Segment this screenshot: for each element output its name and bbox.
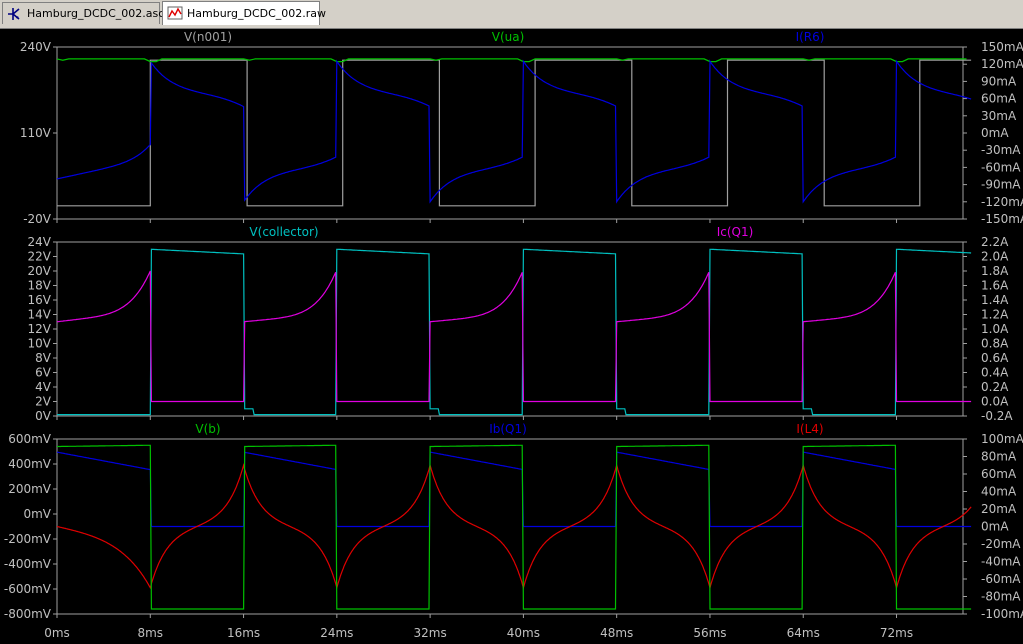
trace-ic-q1: [56, 270, 972, 403]
trace-v-collector: [57, 248, 972, 416]
trace-label: V(ua): [492, 30, 525, 44]
y-tick-label: 600mV: [8, 432, 52, 446]
y2-tick-label: 1.4A: [981, 293, 1009, 307]
tab-bar: Hamburg_DCDC_002.asc Hamburg_DCDC_002.ra…: [0, 0, 1023, 29]
y2-tick-label: 2.2A: [981, 235, 1009, 249]
y2-tick-label: 2.0A: [981, 250, 1009, 264]
y2-tick-label: 0mA: [981, 126, 1009, 140]
pane-frame: [56, 241, 964, 417]
y2-tick-label: -80mA: [981, 590, 1021, 604]
trace-label: V(b): [195, 422, 220, 436]
y2-tick-label: 0.0A: [981, 395, 1009, 409]
y2-tick-label: -120mA: [981, 195, 1023, 209]
x-tick-label: 40ms: [507, 626, 540, 640]
y-tick-label: 0V: [35, 409, 52, 423]
y2-tick-label: 90mA: [981, 74, 1017, 88]
y2-tick-label: 0.2A: [981, 380, 1009, 394]
y2-tick-label: 0.4A: [981, 366, 1009, 380]
y2-tick-label: -100mA: [981, 607, 1023, 621]
y-tick-label: 0mV: [23, 507, 51, 521]
y-tick-label: -600mV: [4, 582, 52, 596]
trace-label: Ic(Q1): [717, 225, 754, 239]
y2-tick-label: 40mA: [981, 485, 1017, 499]
trace-label: V(collector): [249, 225, 318, 239]
x-tick-label: 8ms: [137, 626, 163, 640]
y2-tick-label: 60mA: [981, 92, 1017, 106]
y2-tick-label: 60mA: [981, 467, 1017, 481]
y-tick-label: 10V: [28, 337, 52, 351]
trace-label: I(L4): [796, 422, 823, 436]
y-tick-label: 6V: [35, 366, 52, 380]
waveform-icon: [167, 6, 183, 20]
x-tick-label: 16ms: [227, 626, 260, 640]
y-tick-label: -400mV: [4, 557, 52, 571]
trace-ib-q1: [56, 451, 972, 528]
y-tick-label: 240V: [20, 40, 52, 54]
y2-tick-label: 1.6A: [981, 279, 1009, 293]
y-tick-label: 2V: [35, 395, 52, 409]
y2-tick-label: -20mA: [981, 537, 1021, 551]
x-tick-label: 56ms: [693, 626, 726, 640]
y2-tick-label: 20mA: [981, 502, 1017, 516]
tab-waveform[interactable]: Hamburg_DCDC_002.raw: [162, 1, 326, 25]
y2-tick-label: -90mA: [981, 178, 1021, 192]
y2-tick-label: 100mA: [981, 432, 1023, 446]
trace-label: I(R6): [796, 30, 825, 44]
y2-tick-label: -60mA: [981, 160, 1021, 174]
x-tick-label: 48ms: [600, 626, 633, 640]
y2-tick-label: -60mA: [981, 572, 1021, 586]
y2-tick-label: 150mA: [981, 40, 1023, 54]
y2-tick-label: -0.2A: [981, 409, 1013, 423]
y2-tick-label: 0mA: [981, 520, 1009, 534]
y-tick-label: 24V: [28, 235, 52, 249]
y-tick-label: 4V: [35, 380, 52, 394]
y-tick-label: 16V: [28, 293, 52, 307]
y2-tick-label: 120mA: [981, 57, 1023, 71]
trace-label: Ib(Q1): [489, 422, 527, 436]
y-tick-label: 20V: [28, 264, 52, 278]
trace-i-r6: [56, 59, 972, 204]
tab-schematic[interactable]: Hamburg_DCDC_002.asc: [2, 2, 164, 24]
y2-tick-label: 80mA: [981, 450, 1017, 464]
y-tick-label: 400mV: [8, 457, 52, 471]
waveform-viewer[interactable]: 240V 110V -20V 150mA 120mA 90mA 60mA 30mA 0mA -30…: [0, 29, 1023, 644]
y-tick-label: 12V: [28, 322, 52, 336]
x-tick-label: 32ms: [414, 626, 447, 640]
y-tick-label: -800mV: [4, 607, 52, 621]
tab-label: Hamburg_DCDC_002.raw: [187, 7, 327, 20]
y-tick-label: -20V: [23, 212, 52, 226]
y2-tick-label: 1.2A: [981, 308, 1009, 322]
trace-label: V(n001): [184, 30, 232, 44]
y2-tick-label: 0.8A: [981, 337, 1009, 351]
y2-tick-label: 1.8A: [981, 264, 1009, 278]
x-tick-label: 24ms: [320, 626, 353, 640]
y-tick-label: 110V: [20, 126, 52, 140]
x-tick-label: 0ms: [44, 626, 70, 640]
y2-tick-label: 0.6A: [981, 351, 1009, 365]
x-tick-label: 64ms: [787, 626, 820, 640]
y2-tick-label: 1.0A: [981, 322, 1009, 336]
waveform-plot[interactable]: 240V 110V -20V 150mA 120mA 90mA 60mA 30mA 0mA -30…: [0, 29, 1023, 644]
trace-v-n001: [57, 59, 972, 207]
x-tick-label: 72ms: [880, 626, 913, 640]
tab-label: Hamburg_DCDC_002.asc: [27, 7, 165, 20]
y-tick-label: 200mV: [8, 482, 52, 496]
schematic-icon: [8, 8, 20, 20]
y-tick-label: -200mV: [4, 532, 52, 546]
y2-tick-label: -30mA: [981, 143, 1021, 157]
y2-tick-label: 30mA: [981, 109, 1017, 123]
y2-tick-label: -40mA: [981, 555, 1021, 569]
trace-v-b: [57, 444, 972, 610]
y2-tick-label: -150mA: [981, 212, 1023, 226]
y-tick-label: 22V: [28, 250, 52, 264]
y-tick-label: 18V: [28, 279, 52, 293]
y-tick-label: 14V: [28, 308, 52, 322]
pane-frame: [56, 46, 964, 220]
y-tick-label: 8V: [35, 351, 52, 365]
